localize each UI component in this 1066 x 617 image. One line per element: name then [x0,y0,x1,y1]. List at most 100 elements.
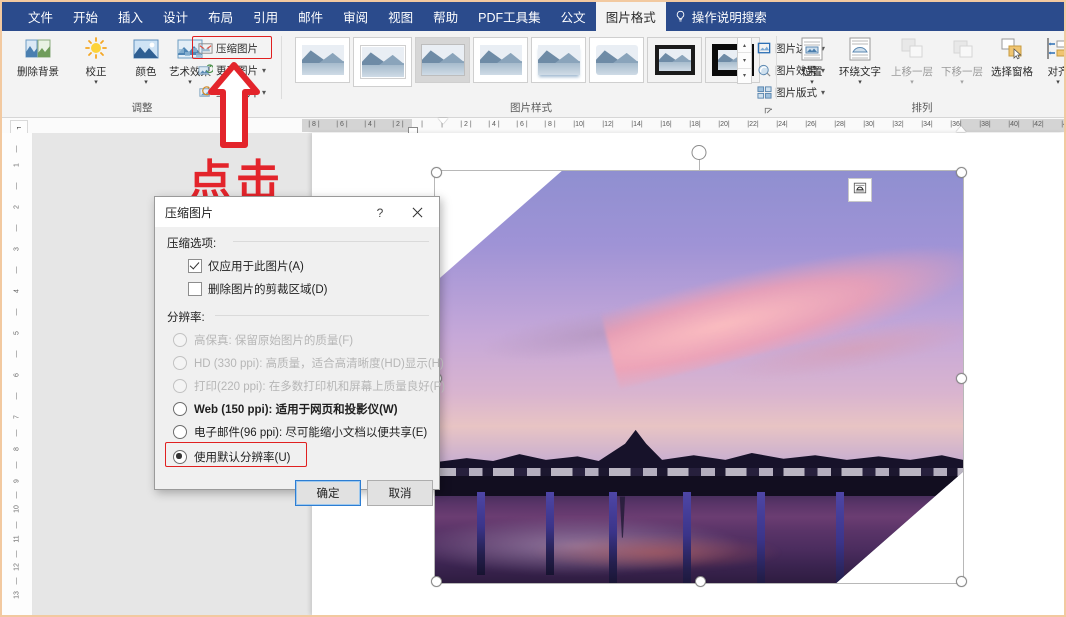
dialog-help-button[interactable]: ? [367,203,393,223]
ribbon-group-picture-styles: ▴ ▾ ▾ 图片边框 ▾ 图片效果 ▾ [285,31,777,117]
picture-style-6[interactable] [589,37,644,83]
group-label-arrange: 排列 [780,100,1064,115]
position-icon [797,35,827,65]
checkbox-delete-cropped-areas[interactable]: 删除图片的剪裁区域(D) [188,281,327,297]
gallery-more-icon[interactable]: ▾ [738,69,751,83]
picture-style-7[interactable] [647,37,702,83]
radio-box[interactable] [173,333,187,347]
resize-handle-tl[interactable] [431,167,442,178]
remove-background-icon [23,35,53,65]
radio-hd-330[interactable]: HD (330 ppi): 高质量，适合高清晰度(HD)显示(H) [173,355,444,371]
group-separator [281,36,282,99]
radio-box[interactable] [173,425,187,439]
radio-box[interactable] [173,402,187,416]
picture-style-1[interactable] [295,37,350,83]
use-default-resolution-highlight [165,442,307,467]
tell-me-box[interactable]: 操作说明搜索 [666,2,775,31]
harbor-sunset-photo[interactable] [435,171,963,583]
chevron-down-icon[interactable]: ▾ [1056,80,1060,85]
chevron-down-icon[interactable]: ▾ [262,66,266,75]
wrap-text-button[interactable]: 环绕文字 ▾ [834,35,886,95]
resolution-section-title: 分辨率: [167,309,205,325]
resize-handle-mr[interactable] [956,373,967,384]
picture-style-gallery-nav[interactable]: ▴ ▾ ▾ [737,37,752,84]
ribbon-tab-yinyong[interactable]: 引用 [243,2,288,31]
checkbox-label: 删除图片的剪裁区域(D) [208,281,327,297]
rotation-handle[interactable] [692,145,707,160]
resize-handle-br[interactable] [956,576,967,587]
position-button[interactable]: 位置 ▾ [792,35,832,95]
horizontal-ruler[interactable]: | 8 | | 6 | | 4 | | 2 | | | | 2 | | 4 | … [2,118,1064,134]
ribbon-tab-kaishi[interactable]: 开始 [63,2,108,31]
gallery-scroll-down-icon[interactable]: ▾ [738,53,751,68]
selection-pane-button[interactable]: 选择窗格 [986,35,1038,95]
radio-box[interactable] [173,379,187,393]
resize-handle-bm[interactable] [695,576,706,587]
corrections-button[interactable]: 校正 ▾ [68,35,124,95]
right-indent-marker[interactable] [956,126,966,132]
checkbox-box[interactable] [188,259,202,273]
ribbon-tab-picture-format[interactable]: 图片格式 [596,2,666,31]
ribbon-tab-shenyue[interactable]: 审阅 [333,2,378,31]
radio-print-220[interactable]: 打印(220 ppi): 在多数打印机和屏幕上质量良好(P) [173,378,445,394]
picture-layout-icon [757,85,772,100]
ribbon-tabbar: 文件 开始 插入 设计 布局 引用 邮件 审阅 视图 帮助 PDF工具集 公文 … [2,2,1064,31]
ribbon-tab-charu[interactable]: 插入 [108,2,153,31]
group-separator [776,36,777,99]
chevron-down-icon[interactable]: ▾ [94,80,98,85]
radio-label: 电子邮件(96 ppi): 尽可能缩小文档以便共享(E) [194,424,427,440]
radio-web-150[interactable]: Web (150 ppi): 适用于网页和投影仪(W) [173,401,398,417]
chevron-down-icon[interactable]: ▾ [810,80,814,85]
picture-styles-dialog-launcher[interactable] [763,104,774,115]
compress-pictures-dialog[interactable]: 压缩图片 ? 压缩选项: 仅应用于此图片(A) 删除图片的剪裁区域(D) 分辨率… [154,196,440,490]
chevron-down-icon: ▾ [960,80,964,85]
radio-box[interactable] [173,356,187,370]
ribbon-tab-sheji[interactable]: 设计 [153,2,198,31]
chevron-down-icon[interactable]: ▾ [144,80,148,85]
radio-email-96[interactable]: 电子邮件(96 ppi): 尽可能缩小文档以便共享(E) [173,424,427,440]
resize-handle-bl[interactable] [431,576,442,587]
radio-label: Web (150 ppi): 适用于网页和投影仪(W) [194,401,398,417]
lightbulb-icon [674,10,687,23]
align-label: 对齐 [1048,67,1066,78]
align-button[interactable]: 对齐 ▾ [1038,35,1066,95]
first-line-indent-marker[interactable] [438,118,448,124]
send-backward-button[interactable]: 下移一层 ▾ [938,35,986,95]
remove-background-button[interactable]: 删除背景 [10,35,66,95]
checkbox-apply-only-this-picture[interactable]: 仅应用于此图片(A) [188,258,304,274]
wrap-text-label: 环绕文字 [839,67,881,78]
selection-pane-label: 选择窗格 [991,67,1033,78]
selected-picture-container[interactable] [435,171,963,583]
ribbon-tab-youjian[interactable]: 邮件 [288,2,333,31]
vertical-ruler[interactable]: — 1 — 2 — 3 — 4 — 5 — 6 — 7 — 8 — 9 — 10… [2,133,33,615]
checkbox-box[interactable] [188,282,202,296]
ribbon-tab-wenjian[interactable]: 文件 [18,2,63,31]
picture-style-gallery[interactable] [295,37,760,87]
picture-style-4[interactable] [473,37,528,83]
layout-options-button[interactable] [848,178,872,202]
picture-border-icon [757,41,772,56]
ok-button[interactable]: 确定 [295,480,361,506]
bring-forward-button[interactable]: 上移一层 ▾ [888,35,936,95]
bring-forward-icon [897,35,927,65]
dialog-close-button[interactable] [401,201,433,223]
gallery-scroll-up-icon[interactable]: ▴ [738,38,751,53]
position-label: 位置 [802,67,823,78]
picture-style-5[interactable] [531,37,586,83]
send-backward-icon [947,35,977,65]
picture-style-3[interactable] [415,37,470,83]
chevron-down-icon[interactable]: ▾ [188,80,192,85]
resize-handle-tr[interactable] [956,167,967,178]
ribbon-tab-gongwen[interactable]: 公文 [551,2,596,31]
cancel-button[interactable]: 取消 [367,480,433,506]
ribbon-tab-bangzhu[interactable]: 帮助 [423,2,468,31]
picture-effects-icon [757,63,772,78]
chevron-down-icon[interactable]: ▾ [262,88,266,97]
chevron-down-icon[interactable]: ▾ [858,80,862,85]
ribbon-tab-shitu[interactable]: 视图 [378,2,423,31]
send-backward-label: 下移一层 [941,67,983,78]
picture-style-2[interactable] [353,37,412,87]
ribbon-tab-pdf[interactable]: PDF工具集 [468,2,551,31]
radio-high-fidelity[interactable]: 高保真: 保留原始图片的质量(F) [173,332,353,348]
ribbon-tab-buju[interactable]: 布局 [198,2,243,31]
